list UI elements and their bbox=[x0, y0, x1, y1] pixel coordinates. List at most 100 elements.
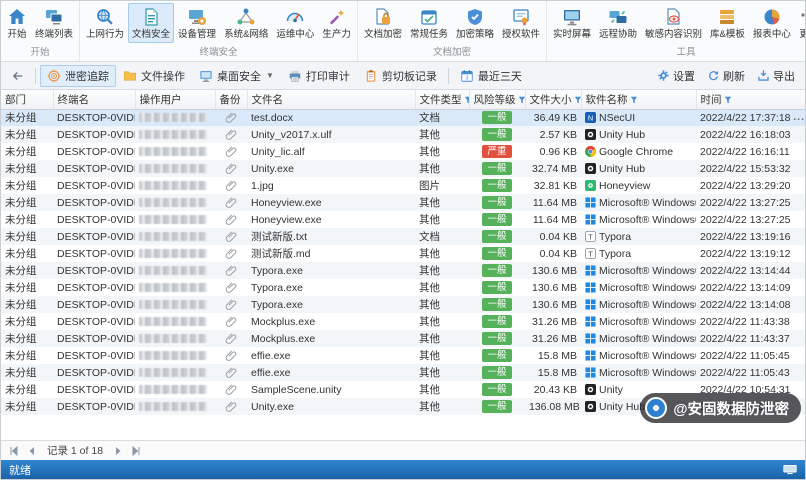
cell-filename: Mockplus.exe bbox=[247, 313, 415, 330]
cell-software: Google Chrome bbox=[581, 143, 696, 160]
print-audit-icon bbox=[288, 69, 302, 83]
cell-filetype: 文档 bbox=[415, 228, 469, 245]
cell-size: 0.04 KB bbox=[525, 228, 581, 245]
cell-filetype: 其他 bbox=[415, 313, 469, 330]
ribbon-item-productivity[interactable]: 生产力 bbox=[318, 3, 355, 43]
column-header-1[interactable]: 终端名 bbox=[53, 90, 135, 109]
ribbon-item-home[interactable]: 开始 bbox=[3, 3, 31, 43]
cell-size: 32.81 KB bbox=[525, 177, 581, 194]
prev-page-button[interactable] bbox=[25, 444, 39, 458]
ribbon-item-doc-security[interactable]: 文档安全 bbox=[128, 3, 174, 43]
cell-time: 2022/4/22 17:37:18... bbox=[696, 109, 805, 126]
table-row[interactable]: 未分组DESKTOP-0VIDMDJUnity.exe其他一般32.74 MBU… bbox=[1, 160, 805, 177]
cell-time: 2022/4/22 13:27:25 bbox=[696, 211, 805, 228]
table-row[interactable]: 未分组DESKTOP-0VIDMDJUnity_lic.alf其他严重0.96 … bbox=[1, 143, 805, 160]
table-row[interactable]: 未分组DESKTOP-0VIDMDJHoneyview.exe其他一般11.64… bbox=[1, 211, 805, 228]
ribbon-item-web-behavior[interactable]: 上网行为 bbox=[82, 3, 128, 43]
table-row[interactable]: 未分组DESKTOP-0VIDMDJ测试新版.txt文档一般0.04 KBTTy… bbox=[1, 228, 805, 245]
toolbar-button-print-audit[interactable]: 打印审计 bbox=[281, 65, 357, 87]
cell-size: 36.49 KB bbox=[525, 109, 581, 126]
doc-encrypt-icon bbox=[373, 7, 393, 27]
next-page-button[interactable] bbox=[111, 444, 125, 458]
table-row[interactable]: 未分组DESKTOP-0VIDMDJ1.jpg图片一般32.81 KBHoney… bbox=[1, 177, 805, 194]
column-header-3[interactable]: 备份 bbox=[215, 90, 247, 109]
table-row[interactable]: 未分组DESKTOP-0VIDMDJeffie.exe其他一般15.8 MBMi… bbox=[1, 347, 805, 364]
back-button[interactable] bbox=[5, 65, 31, 87]
column-header-6[interactable]: 风险等级 bbox=[469, 90, 525, 109]
last-page-button[interactable] bbox=[129, 444, 143, 458]
column-header-0[interactable]: 部门 bbox=[1, 90, 53, 109]
ribbon-item-encrypt-policy[interactable]: 加密策略 bbox=[452, 3, 498, 43]
cell-group: 未分组 bbox=[1, 228, 53, 245]
toolbar-button-desktop-security[interactable]: 桌面安全▼ bbox=[192, 65, 281, 87]
cell-filetype: 其他 bbox=[415, 347, 469, 364]
app-window: 开始终端列表开始上网行为文档安全设备管理系统&网络运维中心生产力终端安全文档加密… bbox=[0, 0, 806, 480]
cell-size: 11.64 MB bbox=[525, 194, 581, 211]
table-row[interactable]: 未分组DESKTOP-0VIDMDJTypora.exe其他一般130.6 MB… bbox=[1, 262, 805, 279]
table-row[interactable]: 未分组DESKTOP-0VIDMDJTypora.exe其他一般130.6 MB… bbox=[1, 296, 805, 313]
time-text: 2022/4/22 16:18:03 bbox=[700, 129, 791, 141]
column-header-8[interactable]: 软件名称 bbox=[581, 90, 696, 109]
statusbar-device-icon[interactable] bbox=[783, 465, 797, 475]
toolbar-button-leak-trace[interactable]: 泄密追踪 bbox=[40, 65, 116, 87]
column-header-label: 时间 bbox=[701, 94, 722, 106]
column-header-5[interactable]: 文件类型 bbox=[415, 90, 469, 109]
ribbon-item-label: 运维中心 bbox=[276, 29, 314, 40]
cell-risk: 严重 bbox=[469, 143, 525, 160]
ribbon-group: 开始终端列表开始 bbox=[1, 1, 80, 61]
paperclip-icon bbox=[225, 383, 237, 395]
ribbon-item-more[interactable]: 更多 bbox=[795, 3, 805, 43]
cell-filename: Mockplus.exe bbox=[247, 330, 415, 347]
table-row[interactable]: 未分组DESKTOP-0VIDMDJHoneyview.exe其他一般11.64… bbox=[1, 194, 805, 211]
time-text: 2022/4/22 17:37:18 bbox=[700, 112, 791, 124]
ribbon-item-system-network[interactable]: 系统&网络 bbox=[220, 3, 272, 43]
cell-software: Microsoft® Windows® Oper... bbox=[581, 279, 696, 296]
software-name: Microsoft® Windows® Oper... bbox=[599, 350, 696, 362]
masked-user-text bbox=[139, 215, 207, 224]
toolbar-button-clipboard-record[interactable]: 剪切板记录 bbox=[357, 65, 444, 87]
column-header-7[interactable]: 文件大小 bbox=[525, 90, 581, 109]
toolbar-button-export[interactable]: 导出 bbox=[757, 68, 795, 84]
cell-backup bbox=[215, 194, 247, 211]
cell-user bbox=[135, 177, 215, 194]
toolbar-button-recent-days[interactable]: 3最近三天 bbox=[453, 65, 529, 87]
cell-size: 0.96 KB bbox=[525, 143, 581, 160]
cell-filename: Unity_lic.alf bbox=[247, 143, 415, 160]
ribbon-item-report-center[interactable]: 报表中心 bbox=[749, 3, 795, 43]
table-row[interactable]: 未分组DESKTOP-0VIDMDJtest.docx文档一般36.49 KBN… bbox=[1, 109, 805, 126]
cell-size: 11.64 MB bbox=[525, 211, 581, 228]
ribbon-item-terminal-list[interactable]: 终端列表 bbox=[31, 3, 77, 43]
toolbar-button-file-ops[interactable]: 文件操作 bbox=[116, 65, 192, 87]
table-row[interactable]: 未分组DESKTOP-0VIDMDJMockplus.exe其他一般31.26 … bbox=[1, 330, 805, 347]
cell-size: 31.26 MB bbox=[525, 313, 581, 330]
ribbon-item-ops-center[interactable]: 运维中心 bbox=[272, 3, 318, 43]
toolbar-button-settings-gear[interactable]: 设置 bbox=[657, 68, 695, 84]
table-row[interactable]: 未分组DESKTOP-0VIDMDJTypora.exe其他一般130.6 MB… bbox=[1, 279, 805, 296]
ribbon-item-licensed-software[interactable]: 授权软件 bbox=[498, 3, 544, 43]
ribbon-item-sensitive-content[interactable]: 敏感内容识别 bbox=[641, 3, 706, 43]
column-header-2[interactable]: 操作用户 bbox=[135, 90, 215, 109]
table-row[interactable]: 未分组DESKTOP-0VIDMDJeffie.exe其他一般15.8 MBMi… bbox=[1, 364, 805, 381]
sw-windows-icon bbox=[585, 265, 596, 276]
risk-badge: 一般 bbox=[482, 400, 511, 413]
column-header-4[interactable]: 文件名 bbox=[247, 90, 415, 109]
table-row[interactable]: 未分组DESKTOP-0VIDMDJ测试新版.md其他一般0.04 KBTTyp… bbox=[1, 245, 805, 262]
software-name: Unity bbox=[599, 384, 623, 396]
first-page-button[interactable] bbox=[7, 444, 21, 458]
cell-filename: Honeyview.exe bbox=[247, 211, 415, 228]
svg-text:3: 3 bbox=[465, 75, 468, 81]
ribbon-item-doc-encrypt[interactable]: 文档加密 bbox=[360, 3, 406, 43]
row-more-button[interactable]: ... bbox=[793, 111, 805, 123]
table-row[interactable]: 未分组DESKTOP-0VIDMDJMockplus.exe其他一般31.26 … bbox=[1, 313, 805, 330]
ribbon-item-live-screen[interactable]: 实时屏幕 bbox=[549, 3, 595, 43]
ribbon-item-remote-assist[interactable]: 远程协助 bbox=[595, 3, 641, 43]
cell-backup bbox=[215, 126, 247, 143]
ribbon-item-library-template[interactable]: 库&模板 bbox=[706, 3, 749, 43]
column-header-9[interactable]: 时间 bbox=[696, 90, 805, 109]
table-row[interactable]: 未分组DESKTOP-0VIDMDJUnity_v2017.x.ulf其他一般2… bbox=[1, 126, 805, 143]
ribbon-item-device-manage[interactable]: 设备管理 bbox=[174, 3, 220, 43]
cell-terminal: DESKTOP-0VIDMDJ bbox=[53, 211, 135, 228]
chevron-down-icon: ▼ bbox=[266, 71, 274, 80]
toolbar-button-refresh[interactable]: 刷新 bbox=[707, 68, 745, 84]
ribbon-item-tasks[interactable]: 常规任务 bbox=[406, 3, 452, 43]
